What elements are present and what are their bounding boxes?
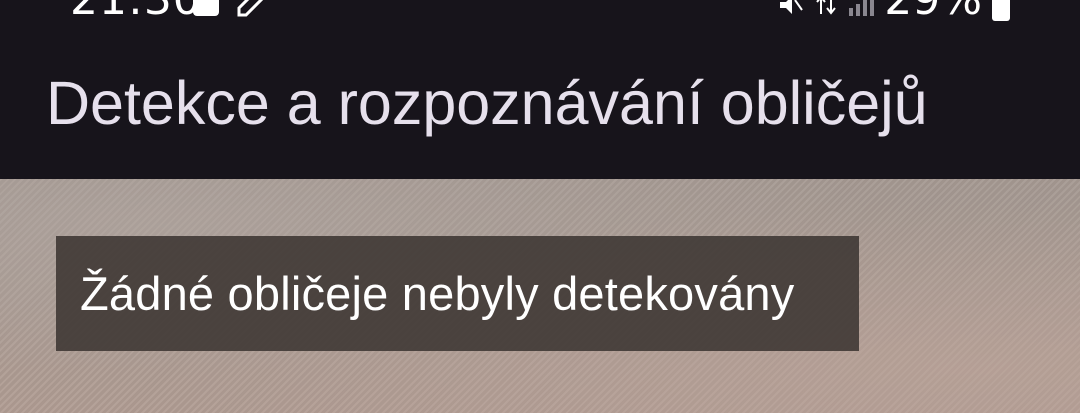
status-time: 21:30: [70, 0, 202, 22]
battery-percent: 29%: [884, 0, 982, 22]
app-screen: 21:30 29% Detekce a rozpoznáv: [0, 0, 1080, 413]
pen-icon: [237, 0, 264, 17]
mute-icon: [780, 0, 804, 14]
status-right-group: 29%: [778, 0, 1010, 22]
data-arrows-icon: [816, 0, 836, 15]
detection-status-text: Žádné obličeje nebyly detekovány: [80, 267, 795, 320]
status-bar: 21:30 29%: [0, 0, 1080, 22]
app-bar: Detekce a rozpoznávání obličejů: [0, 22, 1080, 179]
signal-icon: [849, 0, 875, 16]
page-title: Detekce a rozpoznávání obličejů: [46, 69, 928, 137]
detection-status-label: Žádné obličeje nebyly detekovány: [56, 236, 859, 351]
notification-box-icon: [193, 0, 219, 16]
battery-icon: [992, 0, 1010, 21]
